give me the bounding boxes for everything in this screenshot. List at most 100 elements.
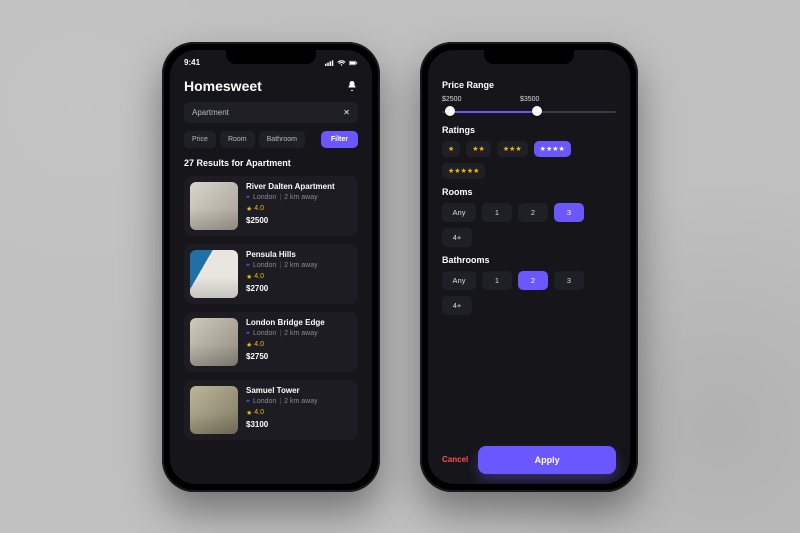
ratings-chips: ★ ★★ ★★★ ★★★★ ★★★★★ bbox=[442, 141, 616, 179]
bathrooms-4plus[interactable]: 4+ bbox=[442, 296, 472, 315]
listing-title: London Bridge Edge bbox=[246, 318, 325, 327]
listing-distance: 2 km away bbox=[284, 194, 317, 201]
listing-location: London bbox=[253, 398, 276, 405]
slider-thumb-max[interactable] bbox=[532, 106, 542, 116]
slider-fill bbox=[449, 111, 536, 113]
listing-price: $2750 bbox=[246, 352, 325, 361]
rooms-4plus[interactable]: 4+ bbox=[442, 228, 472, 247]
content-listings: Homesweet Apartment ✕ Price Room Bathroo… bbox=[170, 72, 372, 484]
listing-meta: ⌖ London | 2 km away bbox=[246, 194, 335, 202]
chip-bathroom[interactable]: Bathroom bbox=[259, 131, 305, 148]
bathrooms-3[interactable]: 3 bbox=[554, 271, 584, 290]
listing-body: River Dalten Apartment ⌖ London | 2 km a… bbox=[246, 182, 335, 230]
listing-title: River Dalten Apartment bbox=[246, 182, 335, 191]
price-range-values: $2500 $3500 bbox=[442, 96, 616, 103]
filter-chips-row: Price Room Bathroom Filter bbox=[184, 131, 358, 148]
search-input[interactable]: Apartment ✕ bbox=[184, 102, 358, 123]
bell-icon[interactable] bbox=[346, 80, 358, 92]
phone-notch bbox=[484, 50, 574, 64]
list-item[interactable]: Pensula Hills ⌖ London | 2 km away ★4.0 … bbox=[184, 244, 358, 304]
listing-title: Samuel Tower bbox=[246, 386, 318, 395]
battery-icon bbox=[349, 59, 358, 67]
bathrooms-chips: Any 1 2 3 4+ bbox=[442, 271, 616, 315]
listings-list[interactable]: River Dalten Apartment ⌖ London | 2 km a… bbox=[184, 176, 358, 440]
star-icon: ★ bbox=[246, 409, 252, 417]
label-rooms: Rooms bbox=[442, 187, 616, 197]
rating-chip-2[interactable]: ★★ bbox=[466, 141, 491, 157]
list-item[interactable]: Samuel Tower ⌖ London | 2 km away ★4.0 $… bbox=[184, 380, 358, 440]
results-term: Apartment bbox=[246, 158, 291, 168]
listing-location: London bbox=[253, 330, 276, 337]
listing-rating: ★4.0 bbox=[246, 409, 318, 417]
phone-notch bbox=[226, 50, 316, 64]
rating-chip-1[interactable]: ★ bbox=[442, 141, 460, 157]
rooms-3[interactable]: 3 bbox=[554, 203, 584, 222]
clear-search-icon[interactable]: ✕ bbox=[343, 108, 350, 117]
slider-thumb-min[interactable] bbox=[445, 106, 455, 116]
chip-room[interactable]: Room bbox=[220, 131, 255, 148]
search-value: Apartment bbox=[192, 108, 229, 117]
listing-body: London Bridge Edge ⌖ London | 2 km away … bbox=[246, 318, 325, 366]
rating-chip-3[interactable]: ★★★ bbox=[497, 141, 528, 157]
listing-price: $3100 bbox=[246, 420, 318, 429]
rooms-1[interactable]: 1 bbox=[482, 203, 512, 222]
price-max: $3500 bbox=[520, 96, 539, 103]
screen-filters: Price Range $2500 $3500 Ratings ★ ★★ ★★★… bbox=[428, 50, 630, 484]
price-slider[interactable] bbox=[442, 107, 616, 117]
listing-body: Pensula Hills ⌖ London | 2 km away ★4.0 … bbox=[246, 250, 318, 298]
rating-chip-5[interactable]: ★★★★★ bbox=[442, 163, 485, 179]
label-ratings: Ratings bbox=[442, 125, 616, 135]
listing-meta: ⌖ London | 2 km away bbox=[246, 330, 325, 338]
star-icon: ★ bbox=[246, 341, 252, 349]
listing-thumb bbox=[190, 386, 238, 434]
filters-footer: Cancel Apply bbox=[442, 440, 616, 474]
rooms-chips: Any 1 2 3 4+ bbox=[442, 203, 616, 247]
bathrooms-any[interactable]: Any bbox=[442, 271, 476, 290]
label-price-range: Price Range bbox=[442, 80, 616, 90]
price-min: $2500 bbox=[442, 96, 461, 103]
header: Homesweet bbox=[184, 78, 358, 94]
content-filters: Price Range $2500 $3500 Ratings ★ ★★ ★★★… bbox=[428, 72, 630, 484]
apply-button[interactable]: Apply bbox=[478, 446, 616, 474]
listing-rating: ★4.0 bbox=[246, 205, 335, 213]
rating-chip-4[interactable]: ★★★★ bbox=[534, 141, 571, 157]
rooms-any[interactable]: Any bbox=[442, 203, 476, 222]
pin-icon: ⌖ bbox=[246, 194, 250, 202]
cancel-button[interactable]: Cancel bbox=[442, 455, 468, 464]
list-item[interactable]: River Dalten Apartment ⌖ London | 2 km a… bbox=[184, 176, 358, 236]
bathrooms-1[interactable]: 1 bbox=[482, 271, 512, 290]
phone-mockup-listings: 9:41 Homesweet Apartment ✕ Price Room Ba… bbox=[162, 42, 380, 492]
listing-price: $2700 bbox=[246, 284, 318, 293]
filter-button[interactable]: Filter bbox=[321, 131, 358, 148]
pin-icon: ⌖ bbox=[246, 262, 250, 270]
screen-listings: 9:41 Homesweet Apartment ✕ Price Room Ba… bbox=[170, 50, 372, 484]
listing-location: London bbox=[253, 262, 276, 269]
status-time: 9:41 bbox=[184, 58, 200, 67]
listing-distance: 2 km away bbox=[284, 262, 317, 269]
listing-rating: ★4.0 bbox=[246, 273, 318, 281]
pin-icon: ⌖ bbox=[246, 330, 250, 338]
listing-location: London bbox=[253, 194, 276, 201]
star-icon: ★ bbox=[246, 273, 252, 281]
chip-price[interactable]: Price bbox=[184, 131, 216, 148]
listing-title: Pensula Hills bbox=[246, 250, 318, 259]
listing-thumb bbox=[190, 250, 238, 298]
listing-rating: ★4.0 bbox=[246, 341, 325, 349]
rooms-2[interactable]: 2 bbox=[518, 203, 548, 222]
wifi-icon bbox=[337, 59, 346, 67]
listing-price: $2500 bbox=[246, 216, 335, 225]
listing-thumb bbox=[190, 318, 238, 366]
listing-meta: ⌖ London | 2 km away bbox=[246, 262, 318, 270]
listing-body: Samuel Tower ⌖ London | 2 km away ★4.0 $… bbox=[246, 386, 318, 434]
signal-icon bbox=[325, 59, 334, 67]
label-bathrooms: Bathrooms bbox=[442, 255, 616, 265]
app-title: Homesweet bbox=[184, 78, 262, 94]
star-icon: ★ bbox=[246, 205, 252, 213]
list-item[interactable]: London Bridge Edge ⌖ London | 2 km away … bbox=[184, 312, 358, 372]
bathrooms-2[interactable]: 2 bbox=[518, 271, 548, 290]
listing-thumb bbox=[190, 182, 238, 230]
results-title: 27 Results for Apartment bbox=[184, 158, 358, 168]
status-icons bbox=[325, 59, 358, 67]
listing-distance: 2 km away bbox=[284, 398, 317, 405]
pin-icon: ⌖ bbox=[246, 398, 250, 406]
